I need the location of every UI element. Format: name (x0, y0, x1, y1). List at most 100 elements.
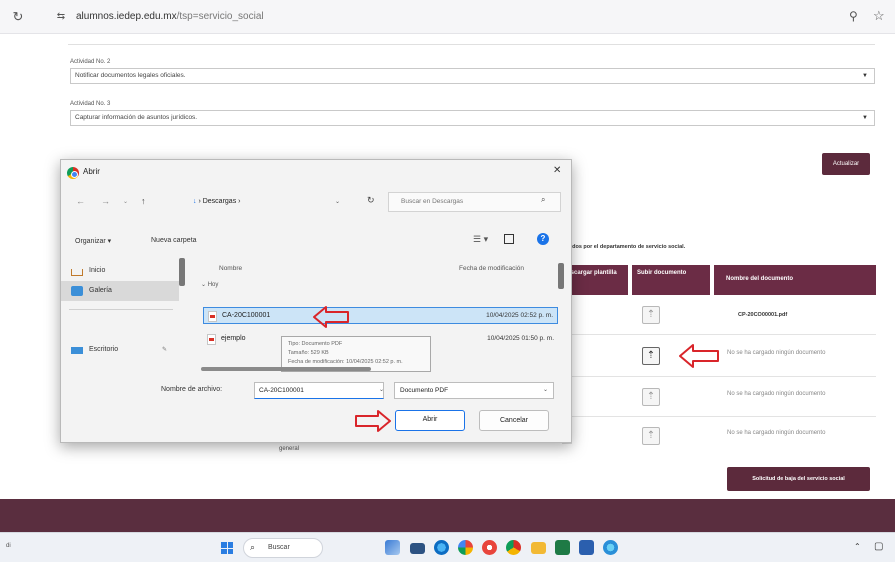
nav-item-label: Inicio (89, 267, 106, 274)
windows-start-icon[interactable] (221, 542, 233, 554)
file-item-date: 10/04/2025 01:50 p. m. (487, 335, 554, 342)
chat-icon[interactable]: ▢ (874, 541, 883, 552)
excel-icon[interactable] (555, 540, 570, 555)
update-button[interactable]: Actualizar (822, 153, 870, 175)
activity2-label: Actividad No. 2 (70, 59, 111, 65)
filename-label: Nombre de archivo: (161, 386, 223, 393)
divider (69, 309, 173, 310)
photos-icon[interactable] (458, 540, 473, 555)
upload-icon[interactable]: ⇡ (642, 306, 660, 324)
url-host: alumnos.iedep.edu.mx (76, 11, 177, 22)
nav-scrollbar[interactable] (179, 258, 185, 286)
column-header-name[interactable]: Nombre (219, 265, 242, 272)
nav-item-gallery[interactable]: Galería (61, 281, 179, 301)
back-arrow-icon[interactable]: ← (76, 196, 85, 206)
no-document-text: No se ha cargado ningún documento (727, 430, 826, 436)
site-info-icon[interactable]: ⇆ (52, 8, 70, 26)
annotation-arrow-left (313, 306, 349, 328)
taskbar: di Buscar ⌕ ⌃ ▢ (0, 532, 895, 562)
path-breadcrumb[interactable]: ↓ › Descargas › (182, 193, 354, 211)
annotation-arrow-right (355, 410, 391, 432)
no-document-text: No se ha cargado ningún documento (727, 391, 826, 397)
chevron-down-icon[interactable]: ⌄ (379, 386, 384, 393)
home-icon (71, 269, 83, 276)
dialog-title: Abrir (83, 167, 100, 176)
documents-caption: ...idos por el departamento de servicio … (566, 244, 686, 250)
edge-icon[interactable] (434, 540, 449, 555)
file-type-select[interactable]: Documento PDF (394, 382, 554, 399)
activity2-select[interactable]: Notificar documentos legales oficiales. … (70, 68, 875, 84)
desktop-icon (71, 347, 83, 354)
taskbar-widget[interactable]: di (6, 543, 11, 549)
new-folder-button[interactable]: Nueva carpeta (151, 237, 197, 244)
nav-item-label: Galería (89, 287, 112, 294)
filename-input[interactable]: CA-20C100001 (254, 382, 384, 399)
up-arrow-icon[interactable]: ↑ (141, 196, 146, 206)
search-input[interactable]: Buscar en Descargas (388, 192, 561, 212)
withdrawal-request-button[interactable]: Solicitud de baja del servicio social (727, 467, 870, 491)
help-icon[interactable]: ? (537, 233, 549, 245)
open-button[interactable]: Abrir (395, 410, 465, 431)
star-icon[interactable]: ☆ (873, 8, 885, 24)
view-options-icon[interactable]: ☰ ▾ (473, 234, 488, 245)
horizontal-scrollbar[interactable] (201, 367, 371, 371)
col-header-document-name: Nombre del documento (714, 265, 876, 295)
page-footer (0, 499, 895, 532)
navigation-pane: Inicio Galería Escritorio ✎ (61, 255, 179, 375)
file-item-name: CA-20C100001 (222, 312, 271, 319)
group-label[interactable]: ⌄ Hoy (201, 281, 218, 288)
word-icon[interactable] (579, 540, 594, 555)
chrome-icon (67, 167, 79, 179)
address-bar[interactable]: alumnos.iedep.edu.mx/tsp=servicio_social (76, 11, 264, 22)
app-icon[interactable] (482, 540, 497, 555)
upload-icon[interactable]: ⇡ (642, 427, 660, 445)
activity3-select[interactable]: Capturar información de asuntos jurídico… (70, 110, 875, 126)
row-divider (558, 334, 876, 335)
search-icon[interactable]: ⌕ (541, 195, 545, 205)
pdf-file-icon (207, 334, 216, 345)
uploaded-file-name[interactable]: CP-20CO00001.pdf (738, 312, 787, 318)
upload-icon[interactable]: ⇡ (642, 388, 660, 406)
widgets-icon[interactable] (385, 540, 400, 555)
chevron-up-icon[interactable]: ⌃ (854, 542, 861, 551)
tooltip-line: Tamaño: 529 KB (288, 350, 329, 356)
col-header-upload: Subir documento (632, 265, 710, 295)
activity2-value: Notificar documentos legales oficiales. (75, 72, 186, 79)
browser-toolbar: ↻ ⇆ alumnos.iedep.edu.mx/tsp=servicio_so… (0, 0, 895, 34)
nav-item-desktop[interactable]: Escritorio ✎ (61, 340, 179, 360)
app-icon[interactable] (603, 540, 618, 555)
activity3-value: Capturar información de asuntos jurídico… (75, 114, 198, 121)
chevron-down-icon: ▼ (862, 115, 868, 121)
refresh-icon[interactable]: ↻ (367, 195, 375, 206)
file-list-scrollbar[interactable] (558, 263, 564, 289)
pdf-file-icon (208, 311, 217, 322)
annotation-arrow-left (679, 344, 719, 368)
column-header-date[interactable]: Fecha de modificación (459, 265, 524, 272)
divider (68, 44, 875, 45)
row-divider (558, 416, 876, 417)
file-item[interactable]: CA-20C100001 10/04/2025 02:52 p. m. (203, 307, 558, 324)
upload-icon[interactable]: ⇡ (642, 347, 660, 365)
nav-item-label: Escritorio (89, 346, 119, 353)
row-label-partial: general (279, 446, 300, 452)
file-item-date: 10/04/2025 02:52 p. m. (486, 312, 553, 319)
pin-icon: ✎ (161, 347, 167, 353)
chevron-down-icon[interactable]: ⌄ (335, 198, 340, 205)
nav-item-home[interactable]: Inicio (61, 261, 179, 281)
chevron-down-icon[interactable]: ⌄ (123, 198, 128, 205)
preview-pane-icon[interactable] (504, 234, 514, 244)
close-icon[interactable]: ✕ (553, 165, 561, 176)
chevron-down-icon[interactable]: ⌄ (543, 386, 548, 393)
row-divider (558, 376, 876, 377)
cancel-button[interactable]: Cancelar (479, 410, 549, 431)
task-view-icon[interactable] (410, 543, 425, 554)
zoom-icon[interactable]: ⚲ (849, 9, 858, 23)
chrome-icon[interactable] (506, 540, 521, 555)
file-item-name: ejemplo (221, 335, 246, 342)
reload-icon[interactable]: ↻ (10, 9, 26, 25)
organize-menu[interactable]: Organizar ▾ (75, 237, 111, 245)
gallery-icon (71, 286, 83, 296)
file-explorer-icon[interactable] (531, 542, 546, 554)
no-document-text: No se ha cargado ningún documento (727, 350, 826, 356)
forward-arrow-icon[interactable]: → (101, 196, 110, 206)
